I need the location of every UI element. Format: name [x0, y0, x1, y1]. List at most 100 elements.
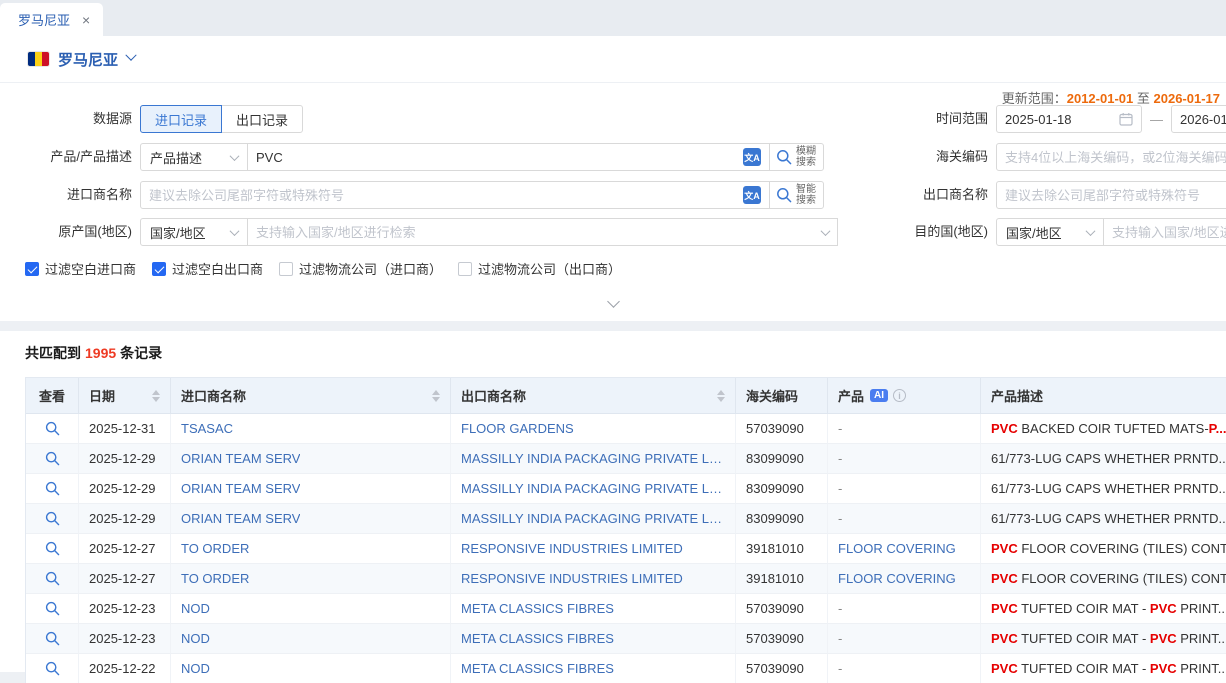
- update-range-label: 更新范围：: [1002, 91, 1067, 106]
- smart-search-label: 智能搜索: [796, 184, 817, 206]
- end-date-input[interactable]: [1171, 105, 1226, 133]
- product-field-select[interactable]: 产品描述: [140, 143, 248, 171]
- filter-checkbox[interactable]: 过滤物流公司（出口商）: [458, 259, 621, 278]
- tab-romania[interactable]: 罗马尼亚 ×: [0, 3, 103, 36]
- importer-input[interactable]: 文A: [140, 181, 770, 209]
- magnifier-icon: [45, 481, 60, 496]
- view-record-button[interactable]: [45, 541, 60, 556]
- exporter-link[interactable]: META CLASSICS FIBRES: [461, 601, 614, 616]
- country-selector[interactable]: 罗马尼亚: [58, 49, 118, 70]
- hs-code-cell: 83099090: [736, 474, 828, 504]
- filter-checkbox[interactable]: 过滤物流公司（进口商）: [279, 259, 442, 278]
- view-cell: [26, 474, 79, 504]
- desc-segment: TUFTED COIR MAT -: [1018, 661, 1150, 676]
- fuzzy-search-button[interactable]: 模糊搜索: [769, 143, 824, 171]
- product-empty: -: [838, 601, 842, 616]
- summary-suffix: 条记录: [120, 345, 162, 361]
- close-icon[interactable]: ×: [82, 13, 90, 27]
- view-record-button[interactable]: [45, 571, 60, 586]
- data-source-tabs: 进口记录 出口记录: [140, 105, 303, 133]
- fuzzy-search-label: 模糊搜索: [796, 146, 817, 168]
- desc-segment: PRINT...: [1177, 631, 1226, 646]
- exporter-link[interactable]: META CLASSICS FIBRES: [461, 631, 614, 646]
- date-cell: 2025-12-23: [79, 624, 171, 654]
- checkbox-icon[interactable]: [25, 262, 39, 276]
- date-cell: 2025-12-22: [79, 654, 171, 683]
- collapse-panel-control[interactable]: [0, 297, 1226, 306]
- importer-cell: ORIAN TEAM SERV: [171, 474, 451, 504]
- exporter-cell: MASSILLY INDIA PACKAGING PRIVATE LIMI...: [451, 474, 736, 504]
- destination-country-input-field[interactable]: [1112, 225, 1226, 240]
- smart-search-button[interactable]: 智能搜索: [769, 181, 824, 209]
- exporter-link[interactable]: MASSILLY INDIA PACKAGING PRIVATE LIMI...: [461, 511, 725, 526]
- view-record-button[interactable]: [45, 631, 60, 646]
- checkbox-icon[interactable]: [458, 262, 472, 276]
- translate-icon[interactable]: 文A: [743, 148, 761, 166]
- hs-code-input[interactable]: [996, 143, 1226, 171]
- exporter-link[interactable]: RESPONSIVE INDUSTRIES LIMITED: [461, 541, 683, 556]
- tab-export-records[interactable]: 出口记录: [221, 105, 303, 133]
- chevron-down-icon[interactable]: [125, 50, 136, 61]
- destination-country-input[interactable]: [1103, 218, 1226, 246]
- end-date-value[interactable]: [1180, 112, 1226, 127]
- date-cell: 2025-12-29: [79, 474, 171, 504]
- importer-input-field[interactable]: [149, 188, 737, 203]
- info-icon[interactable]: [893, 389, 906, 402]
- importer-link[interactable]: TO ORDER: [181, 571, 249, 586]
- importer-link[interactable]: ORIAN TEAM SERV: [181, 451, 300, 466]
- exporter-link[interactable]: FLOOR GARDENS: [461, 421, 574, 436]
- view-record-button[interactable]: [45, 481, 60, 496]
- sort-icons[interactable]: [717, 390, 725, 402]
- destination-country-select[interactable]: 国家/地区: [996, 218, 1104, 246]
- product-link[interactable]: FLOOR COVERING: [838, 541, 956, 556]
- product-cell: FLOOR COVERING: [828, 564, 981, 594]
- results-panel: 共匹配到1995条记录 查看 日期 进口商名称 出口商名称 海关编码 产品 AI: [0, 331, 1226, 672]
- view-record-button[interactable]: [45, 601, 60, 616]
- exporter-cell: META CLASSICS FIBRES: [451, 624, 736, 654]
- view-record-button[interactable]: [45, 421, 60, 436]
- header-importer[interactable]: 进口商名称: [171, 378, 451, 414]
- importer-link[interactable]: NOD: [181, 601, 210, 616]
- magnifier-icon: [45, 421, 60, 436]
- exporter-cell: RESPONSIVE INDUSTRIES LIMITED: [451, 534, 736, 564]
- origin-country-select[interactable]: 国家/地区: [140, 218, 248, 246]
- importer-link[interactable]: TO ORDER: [181, 541, 249, 556]
- checkbox-icon[interactable]: [152, 262, 166, 276]
- exporter-link[interactable]: MASSILLY INDIA PACKAGING PRIVATE LIMI...: [461, 451, 725, 466]
- importer-link[interactable]: TSASAC: [181, 421, 233, 436]
- start-date-value[interactable]: [1005, 112, 1113, 127]
- tab-import-records[interactable]: 进口记录: [140, 105, 222, 133]
- header-exporter[interactable]: 出口商名称: [451, 378, 736, 414]
- origin-country-input-field[interactable]: [256, 225, 816, 240]
- exporter-link[interactable]: META CLASSICS FIBRES: [461, 661, 614, 676]
- sort-icons[interactable]: [432, 390, 440, 402]
- view-record-button[interactable]: [45, 511, 60, 526]
- translate-icon[interactable]: 文A: [743, 186, 761, 204]
- product-link[interactable]: FLOOR COVERING: [838, 571, 956, 586]
- sort-icons[interactable]: [152, 390, 160, 402]
- filter-checkbox[interactable]: 过滤空白进口商: [25, 259, 136, 278]
- hs-code-cell: 39181010: [736, 534, 828, 564]
- hs-code-input-field[interactable]: [1005, 150, 1226, 165]
- importer-link[interactable]: ORIAN TEAM SERV: [181, 511, 300, 526]
- header-date[interactable]: 日期: [79, 378, 171, 414]
- hs-code-cell: 83099090: [736, 504, 828, 534]
- hs-code-cell: 57039090: [736, 624, 828, 654]
- exporter-link[interactable]: RESPONSIVE INDUSTRIES LIMITED: [461, 571, 683, 586]
- exporter-input-field[interactable]: [1005, 188, 1226, 203]
- view-record-button[interactable]: [45, 661, 60, 676]
- exporter-link[interactable]: MASSILLY INDIA PACKAGING PRIVATE LIMI...: [461, 481, 725, 496]
- importer-link[interactable]: NOD: [181, 661, 210, 676]
- view-record-button[interactable]: [45, 451, 60, 466]
- exporter-input[interactable]: [996, 181, 1226, 209]
- header-importer-label: 进口商名称: [181, 386, 246, 405]
- product-input-field[interactable]: [256, 150, 737, 165]
- filter-checkbox[interactable]: 过滤空白出口商: [152, 259, 263, 278]
- product-input[interactable]: 文A: [247, 143, 770, 171]
- start-date-input[interactable]: [996, 105, 1142, 133]
- importer-link[interactable]: NOD: [181, 631, 210, 646]
- checkbox-icon[interactable]: [279, 262, 293, 276]
- origin-country-input[interactable]: [247, 218, 838, 246]
- importer-link[interactable]: ORIAN TEAM SERV: [181, 481, 300, 496]
- exporter-cell: MASSILLY INDIA PACKAGING PRIVATE LIMI...: [451, 504, 736, 534]
